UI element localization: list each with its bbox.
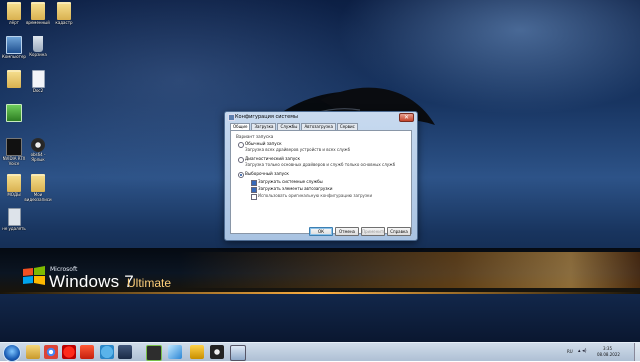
explorer-icon[interactable] [26,345,40,359]
windows-flag-icon [23,266,45,285]
computer-icon [6,36,22,54]
wallpaper-lower [0,294,640,342]
desktop-icon-folder[interactable]: временный [24,2,52,26]
desktop-icon-file[interactable]: не удалять [0,208,28,232]
clock-date[interactable]: 08.08.2022 [597,352,620,357]
desktop-icon-label: Мои видеозаписи [24,192,52,202]
start-button[interactable] [3,344,21,362]
desktop-icon-obs[interactable]: obs64 - Ярлык [24,138,52,162]
checkbox-load-system-services[interactable] [251,180,257,186]
checkbox-label: Использовать оригинальную конфигурацию з… [258,193,373,198]
radio-label: Выборочный запуск [245,171,289,176]
msconfig-window-icon[interactable] [230,345,246,361]
yandex-icon[interactable] [62,345,76,359]
msconfig-icon [228,114,235,121]
checkbox-label: Загружать системные службы [258,179,323,184]
desktop-icon-label: кадастр [55,20,73,25]
steam-icon[interactable] [118,345,132,359]
brand-edition: Ultimate [127,276,172,290]
file-icon [7,208,21,226]
obs-icon [31,138,45,152]
chrome-icon[interactable] [44,345,58,359]
desktop-icon-label: Doc2 [32,88,44,93]
recycle-bin-icon [33,36,43,52]
radio-label: Обычный запуск [245,141,282,146]
desktop-icon-label: временный [26,20,50,25]
checkbox-original-boot-config[interactable] [251,194,257,200]
desktop-icon-folder[interactable]: кадастр [50,2,78,26]
desktop-icon-label: obs64 - Ярлык [30,152,46,162]
apply-button[interactable]: Применить [361,227,386,236]
checkbox-load-startup-items[interactable] [251,187,257,193]
obs-icon[interactable] [210,345,224,359]
radio-label: Диагностический запуск [245,156,301,161]
tab-startup[interactable]: Автозагрузка [301,123,336,130]
folder-icon [7,2,21,20]
system-configuration-dialog: Конфигурация системы ✕ Общие Загрузка Сл… [224,111,418,241]
radio-diagnostic-startup[interactable] [238,157,244,163]
dialog-title: Конфигурация системы [235,114,298,120]
brand-windows7: Windows 7 [49,272,134,291]
game-icon[interactable] [168,345,182,359]
ok-button[interactable]: ОК [309,227,333,236]
cancel-button[interactable]: Отмена [335,227,359,236]
desktop-icon-label: Корзина [29,52,47,57]
taskbar: RU ▴ ◂) 3:35 08.08.2022 [0,342,640,362]
folder-icon [57,2,71,20]
yandex-browser-icon[interactable] [80,345,94,359]
desktop-icon-app[interactable] [0,104,28,123]
radio-normal-startup[interactable] [238,142,244,148]
radio-description: Загрузка только основных драйверов и слу… [245,162,396,167]
startup-selection-label: Вариант запуска [236,134,274,139]
desktop-icon-label: не удалять [2,226,26,231]
folder-icon [31,174,45,192]
document-icon [31,70,45,88]
language-indicator[interactable]: RU [567,349,573,354]
telegram-icon[interactable] [100,345,114,359]
folder-icon [31,2,45,20]
radio-selective-startup[interactable] [238,172,244,178]
nvidia-icon [6,138,22,156]
nvidia-icon[interactable] [146,345,162,361]
help-button[interactable]: Справка [387,227,411,236]
tray-icons[interactable]: ▴ ◂) [578,348,587,354]
tab-tools[interactable]: Сервис [336,123,358,130]
tab-strip: Общие Загрузка Службы Автозагрузка Серви… [230,123,359,131]
tab-panel-general: Вариант запуска Обычный запуск Загрузка … [230,130,412,234]
tab-services[interactable]: Службы [277,123,301,130]
tab-boot[interactable]: Загрузка [251,123,277,130]
wallpaper-glow [180,252,640,288]
show-desktop-button[interactable] [634,343,640,361]
clock-time[interactable]: 3:35 [603,346,612,351]
checkbox-label: Загружать элементы автозагрузки [258,186,333,191]
desktop-icon-document[interactable]: Doc2 [24,70,52,94]
close-button[interactable]: ✕ [399,113,414,122]
app-icon [6,104,22,122]
folder-icon [7,70,21,88]
desktop-icon-recycle-bin[interactable]: Корзина [24,36,52,58]
radio-description: Загрузка всех драйверов устройств и всех… [245,147,351,152]
folder-icon [7,174,21,192]
desktop: Microsoft Windows 7 Ultimate лёрт времен… [0,0,640,342]
app-icon[interactable] [190,345,204,359]
desktop-icon-folder[interactable]: Мои видеозаписи [24,174,52,202]
